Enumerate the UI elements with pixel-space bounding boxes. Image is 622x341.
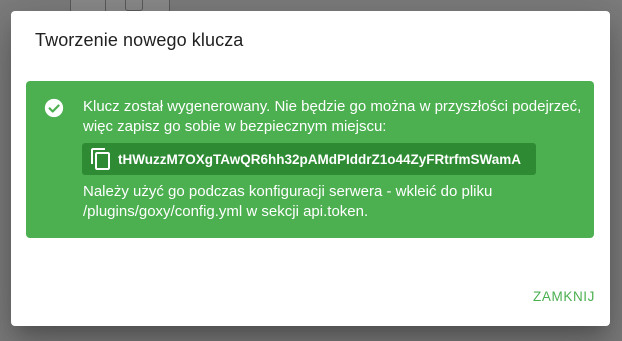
dialog-title: Tworzenie nowego klucza [35,30,244,50]
background-chip [125,0,143,11]
token-copy-field[interactable]: tHWuzzM7OXgTAwQR6hh32pAMdPIddrZ1o44ZyFRt… [82,143,536,175]
check-circle-icon [44,98,64,118]
close-button[interactable]: ZAMKNIJ [533,289,595,304]
alert-note: Należy użyć go podczas konfiguracji serw… [83,183,493,220]
success-alert: Klucz został wygenerowany. Nie będzie go… [26,81,594,238]
alert-message: Klucz został wygenerowany. Nie będzie go… [83,98,582,135]
api-token-value[interactable]: tHWuzzM7OXgTAwQR6hh32pAMdPIddrZ1o44ZyFRt… [118,152,521,167]
copy-icon[interactable] [89,147,113,171]
create-key-dialog: Tworzenie nowego klucza Klucz został wyg… [11,11,610,326]
dialog-actions: ZAMKNIJ [533,288,595,306]
